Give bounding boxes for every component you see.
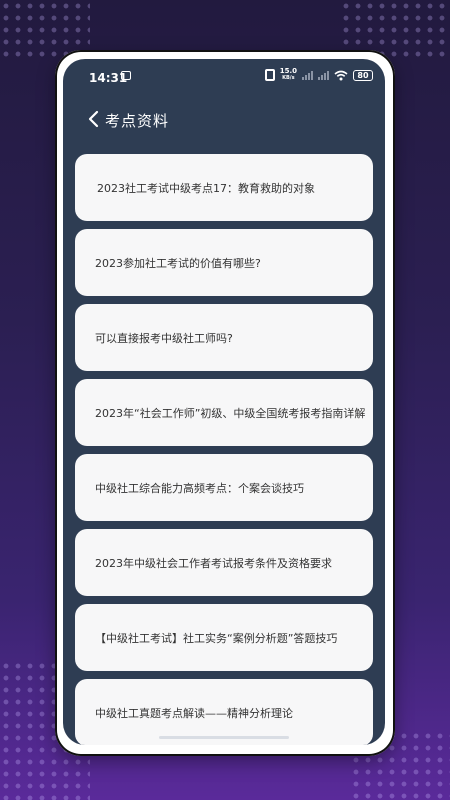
list-item[interactable]: 2023年中级社会工作者考试报考条件及资格要求 [75, 529, 373, 596]
message-icon [121, 71, 131, 80]
list-item-title: 【中级社工考试】社工实务“案例分析题”答题技巧 [95, 631, 338, 645]
page-title: 考点资料 [105, 112, 170, 130]
signal-icon-2 [318, 70, 329, 80]
list-item-title: 中级社工真题考点解读——精神分析理论 [95, 706, 293, 720]
nav-bar: 考点资料 [63, 105, 385, 135]
list-item[interactable]: 可以直接报考中级社工师吗? [75, 304, 373, 371]
list-item[interactable]: 2023年“社会工作师”初级、中级全国统考报考指南详解 [75, 379, 373, 446]
status-right-group: 15.0 KB/s 80 [264, 68, 373, 82]
list-item[interactable]: 中级社工综合能力高频考点：个案会谈技巧 [75, 454, 373, 521]
list-item-title: 2023参加社工考试的价值有哪些? [95, 256, 261, 270]
list-item-title: 可以直接报考中级社工师吗? [95, 331, 233, 345]
net-speed-value: 15.0 [279, 67, 297, 75]
phone-screen: 14:31 15.0 KB/s 80 考点资料 2023社工考试中级考点17：教… [63, 59, 385, 745]
list-item-title: 中级社工综合能力高频考点：个案会谈技巧 [95, 481, 304, 495]
signal-icon [302, 70, 313, 80]
list-item-title: 2023社工考试中级考点17：教育救助的对象 [97, 181, 315, 195]
wifi-icon [334, 70, 348, 80]
battery-icon: 80 [353, 69, 373, 81]
net-speed-unit: KB/s [282, 75, 295, 81]
home-indicator[interactable] [159, 736, 289, 739]
list-item-title: 2023年“社会工作师”初级、中级全国统考报考指南详解 [95, 406, 366, 420]
status-bar: 14:31 15.0 KB/s 80 [63, 59, 385, 91]
list-item[interactable]: 【中级社工考试】社工实务“案例分析题”答题技巧 [75, 604, 373, 671]
article-list: 2023社工考试中级考点17：教育救助的对象 2023参加社工考试的价值有哪些?… [75, 154, 373, 745]
list-item-title: 2023年中级社会工作者考试报考条件及资格要求 [95, 556, 332, 570]
vibrate-icon [264, 69, 275, 81]
list-item[interactable]: 2023参加社工考试的价值有哪些? [75, 229, 373, 296]
list-item[interactable]: 2023社工考试中级考点17：教育救助的对象 [75, 154, 373, 221]
net-speed: 15.0 KB/s [280, 68, 297, 82]
chevron-left-icon[interactable] [86, 110, 102, 128]
